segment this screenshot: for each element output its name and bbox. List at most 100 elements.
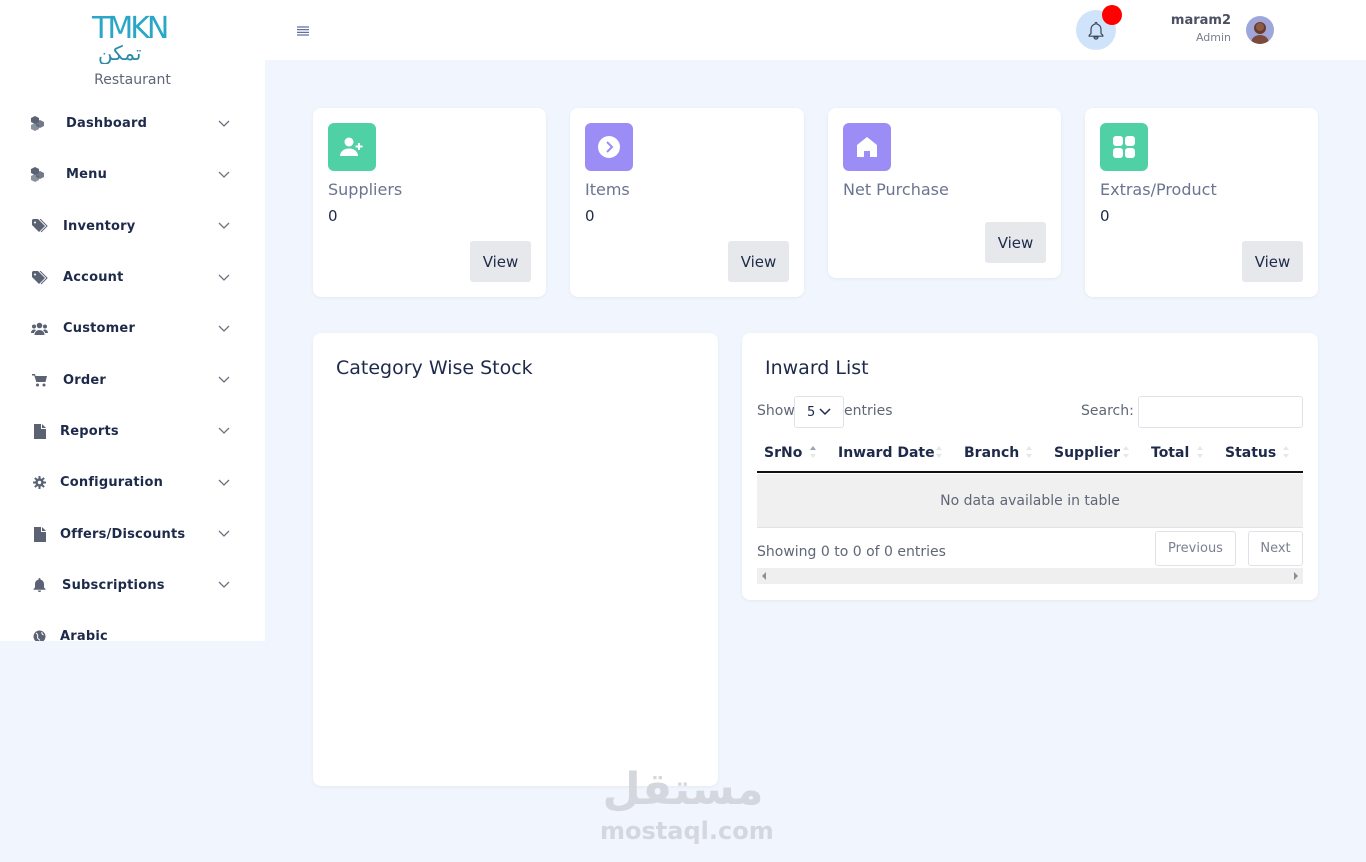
sidebar-item-configuration[interactable]: Configuration — [0, 457, 265, 508]
panel-title: Inward List — [765, 357, 869, 379]
chevron-down-icon — [218, 120, 230, 127]
previous-page-button[interactable]: Previous — [1155, 531, 1236, 566]
user-name[interactable]: maram2 — [1145, 13, 1231, 28]
sidebar-item-order[interactable]: Order — [0, 354, 265, 405]
items-view-button[interactable]: View — [728, 241, 789, 282]
chevron-down-icon — [218, 530, 230, 537]
chevron-down-icon — [218, 222, 230, 230]
sidebar-item-dashboard[interactable]: Dashboard — [0, 98, 265, 149]
horizontal-scrollbar[interactable] — [757, 568, 1303, 584]
sidebar-item-label: Account — [63, 270, 124, 286]
sidebar-nav: Dashboard Menu Inventory Account Custome… — [0, 98, 265, 641]
sidebar-item-label: Subscriptions — [62, 577, 165, 593]
tags-icon — [31, 218, 48, 234]
chevron-down-icon — [218, 376, 230, 384]
grid-icon — [1100, 123, 1148, 171]
column-header-supplier[interactable]: Supplier — [1054, 445, 1120, 461]
chevron-circle-icon — [585, 123, 633, 171]
sort-icon — [810, 446, 816, 458]
stat-card-items: Items 0 View — [570, 108, 804, 297]
column-header-status[interactable]: Status — [1225, 445, 1276, 461]
net-purchase-view-button[interactable]: View — [985, 222, 1046, 263]
sort-icon — [1283, 446, 1289, 458]
sidebar-item-reports[interactable]: Reports — [0, 406, 265, 457]
stat-value: 0 — [328, 207, 338, 225]
sidebar-item-label: Reports — [60, 423, 119, 439]
empty-table-message: No data available in table — [757, 474, 1303, 528]
topbar: maram2 Admin — [265, 0, 1366, 60]
cart-icon — [31, 372, 48, 388]
extras-product-view-button[interactable]: View — [1242, 241, 1303, 282]
stat-value: 0 — [1100, 207, 1110, 225]
bell-icon — [1088, 21, 1104, 40]
sidebar-item-label: Inventory — [63, 218, 136, 234]
column-header-branch[interactable]: Branch — [964, 445, 1019, 461]
sort-icon — [1197, 446, 1203, 458]
gear-icon — [31, 475, 48, 491]
sidebar-item-arabic[interactable]: Arabic — [0, 611, 265, 641]
avatar[interactable] — [1246, 16, 1274, 44]
stat-card-net-purchase: Net Purchase View — [828, 108, 1061, 278]
watermark-latin: mostaql.com — [600, 817, 774, 845]
sidebar-item-customer[interactable]: Customer — [0, 303, 265, 354]
home-icon — [843, 123, 891, 171]
sidebar: TMKN تمكن Restaurant Dashboard Menu Inve… — [0, 0, 265, 641]
suppliers-view-button[interactable]: View — [470, 241, 531, 282]
sort-icon — [1026, 446, 1032, 458]
brand-logo[interactable]: TMKN تمكن — [90, 8, 168, 64]
globe-icon — [31, 629, 48, 641]
watermark: مستقل mostaql.com — [600, 762, 774, 845]
sort-icon — [936, 446, 942, 458]
brand: TMKN تمكن Restaurant — [0, 0, 265, 100]
sidebar-item-subscriptions[interactable]: Subscriptions — [0, 560, 265, 611]
hamburger-menu-icon[interactable] — [297, 26, 309, 36]
cubes-icon — [31, 167, 48, 183]
file-icon — [31, 423, 48, 439]
search-input[interactable] — [1138, 396, 1303, 428]
sort-icon — [1123, 446, 1129, 458]
entries-length-select[interactable]: 5 — [794, 396, 844, 428]
scroll-left-icon[interactable] — [762, 572, 767, 580]
bell-icon — [31, 577, 48, 593]
stat-title: Suppliers — [328, 180, 403, 199]
chevron-down-icon — [218, 325, 230, 332]
scroll-right-icon[interactable] — [1293, 572, 1298, 580]
tags-icon — [31, 270, 48, 286]
sidebar-item-label: Customer — [63, 321, 136, 337]
chevron-down-icon — [218, 274, 230, 281]
brand-logo-arabic: تمكن — [98, 41, 141, 64]
column-header-srno[interactable]: SrNo — [764, 445, 802, 461]
chevron-down-icon — [218, 581, 230, 589]
watermark-arabic: مستقل — [602, 764, 764, 815]
cubes-icon — [31, 116, 48, 132]
chevron-down-icon — [218, 171, 230, 178]
column-header-inward-date[interactable]: Inward Date — [838, 445, 935, 461]
sidebar-item-inventory[interactable]: Inventory — [0, 201, 265, 252]
stat-title: Extras/Product — [1100, 180, 1217, 199]
sidebar-item-label: Dashboard — [66, 116, 148, 132]
panel-title: Category Wise Stock — [336, 357, 533, 379]
sidebar-item-offers-discounts[interactable]: Offers/Discounts — [0, 508, 265, 559]
stat-value: 0 — [585, 207, 595, 225]
sidebar-item-menu[interactable]: Menu — [0, 149, 265, 200]
table-info: Showing 0 to 0 of 0 entries — [757, 544, 946, 560]
stat-title: Net Purchase — [843, 180, 949, 199]
user-plus-icon — [328, 123, 376, 171]
next-page-button[interactable]: Next — [1248, 531, 1303, 566]
sidebar-item-label: Order — [63, 372, 106, 388]
stat-card-suppliers: Suppliers 0 View — [313, 108, 546, 297]
entries-length-value: 5 — [807, 404, 816, 420]
show-label: Show — [757, 403, 795, 419]
chevron-down-icon — [218, 427, 230, 435]
column-header-total[interactable]: Total — [1151, 445, 1189, 461]
stat-title: Items — [585, 180, 630, 199]
search-label: Search: — [1081, 403, 1134, 419]
user-role: Admin — [1195, 31, 1231, 44]
notification-badge — [1102, 5, 1122, 25]
sidebar-item-label: Configuration — [60, 475, 164, 491]
users-icon — [31, 321, 48, 337]
sidebar-item-account[interactable]: Account — [0, 252, 265, 303]
file-icon — [31, 526, 48, 542]
category-stock-panel: Category Wise Stock — [313, 333, 718, 786]
table-header: SrNo Inward Date Branch Supplier Total S… — [757, 433, 1303, 473]
